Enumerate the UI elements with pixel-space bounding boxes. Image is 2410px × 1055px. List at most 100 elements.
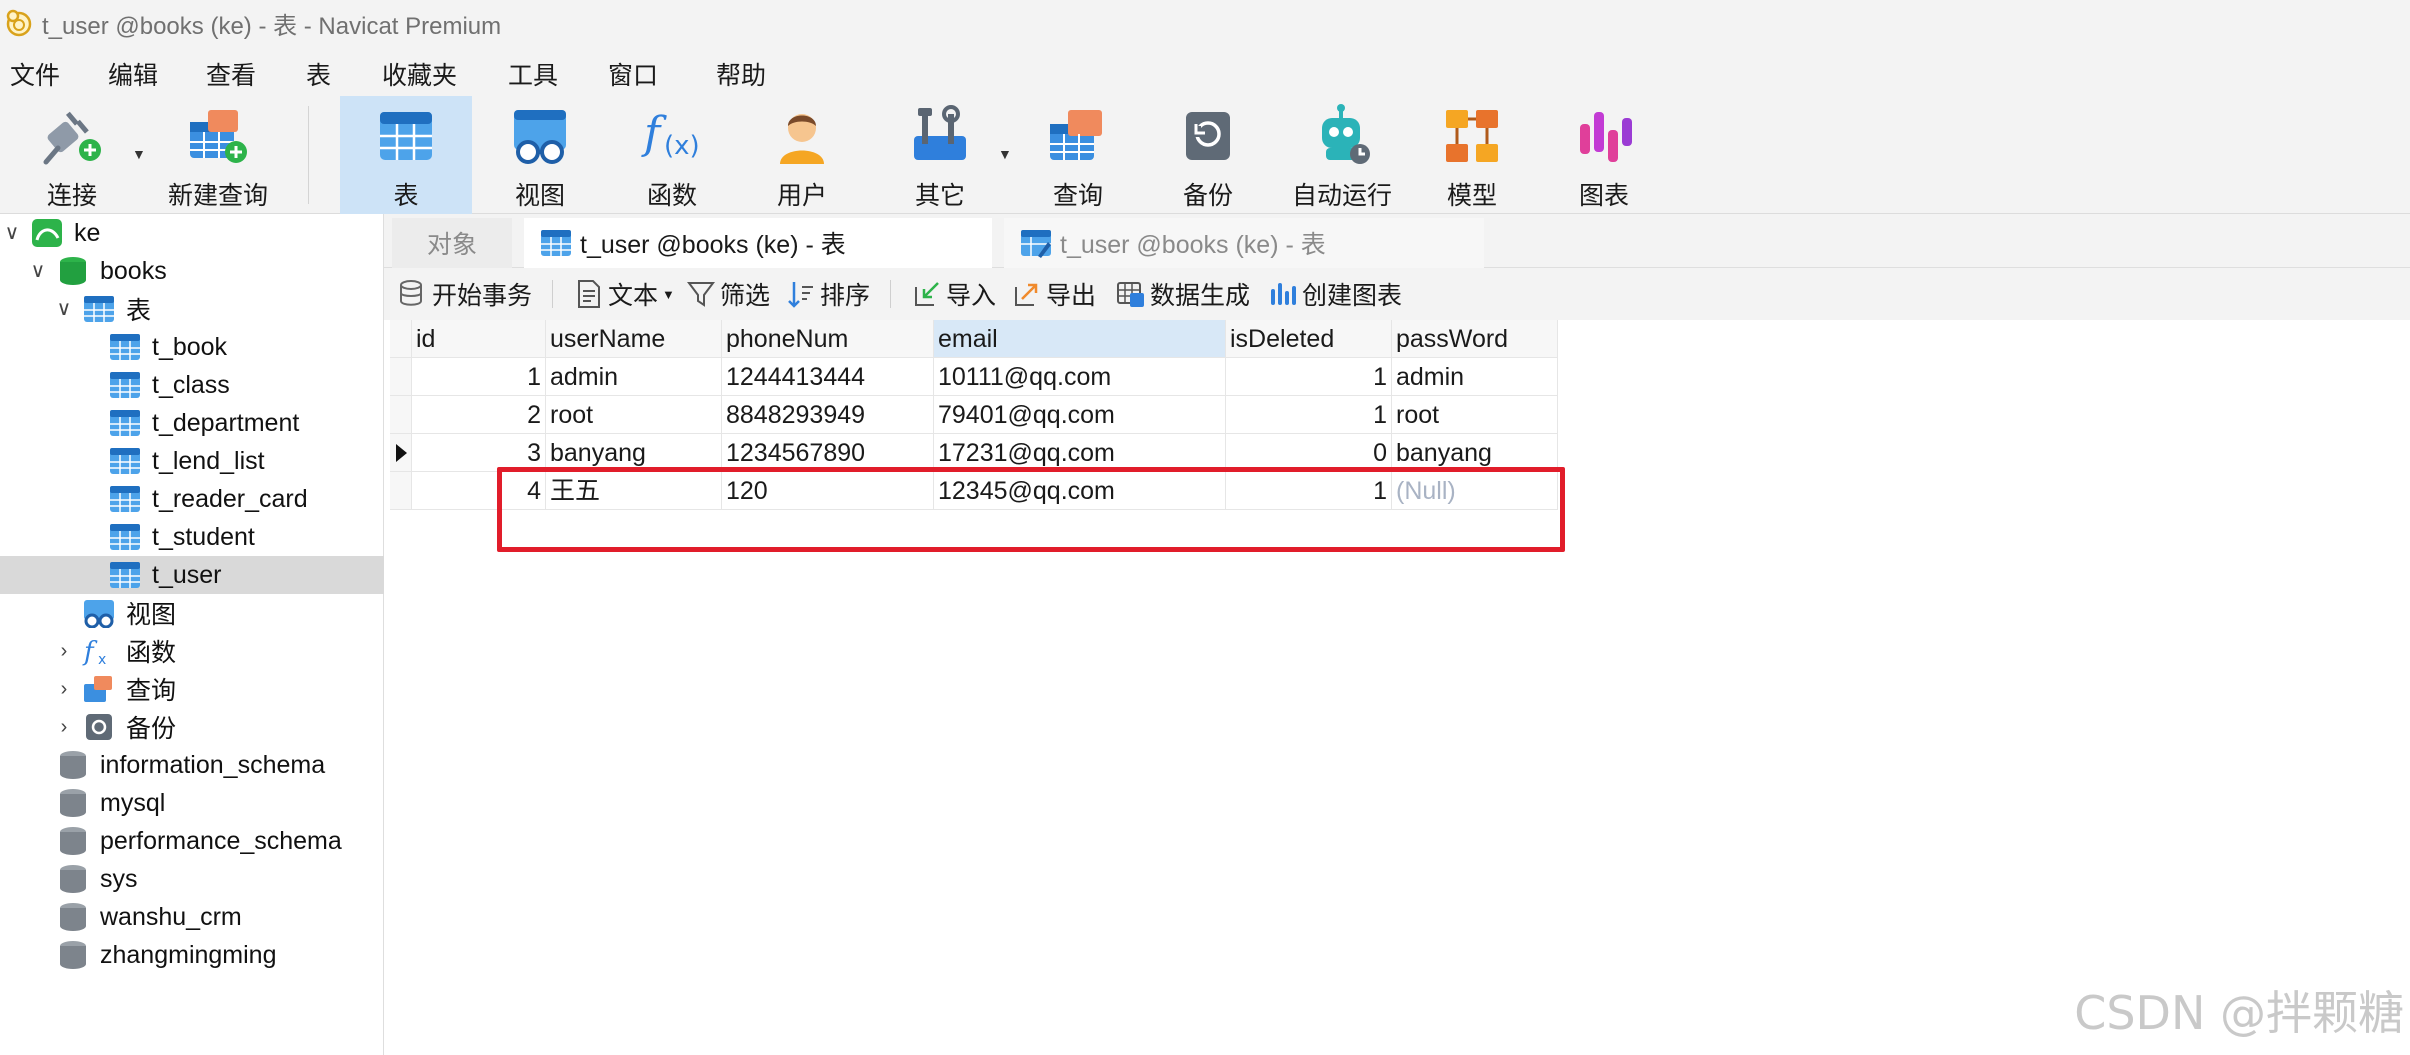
sort-button[interactable]: 排序 (786, 276, 870, 312)
menu-edit[interactable]: 编辑 (104, 54, 162, 94)
automation-button[interactable]: 自动运行 (1288, 96, 1396, 214)
model-label: 模型 (1446, 182, 1497, 210)
tree-database-label: performance_schema (100, 826, 342, 855)
row-marker-current[interactable] (390, 434, 412, 472)
tree-tables-group[interactable]: ∨ 表 (0, 290, 384, 328)
column-header-phonenum[interactable]: phoneNum (722, 320, 934, 358)
table-row[interactable]: 2 root 8848293949 79401@qq.com 1 root (390, 396, 1558, 434)
view-icon (84, 600, 114, 628)
tree-database-item[interactable]: wanshu_crm (0, 898, 384, 936)
menu-table[interactable]: 表 (302, 54, 335, 94)
menu-help[interactable]: 帮助 (712, 54, 770, 94)
backup-button[interactable]: 备份 (1162, 96, 1254, 214)
column-header-email[interactable]: email (934, 320, 1226, 358)
row-marker[interactable] (390, 358, 412, 396)
expand-chevron-icon[interactable]: ∨ (28, 261, 48, 281)
begin-transaction-button[interactable]: 开始事务 (398, 276, 532, 312)
tree-table-item[interactable]: t_student (0, 518, 384, 556)
filter-button[interactable]: 筛选 (686, 276, 770, 312)
tree-table-item[interactable]: t_book (0, 328, 384, 366)
expand-chevron-icon[interactable]: › (54, 641, 74, 661)
tree-backups-group[interactable]: › 备份 (0, 708, 384, 746)
action-separator (890, 280, 891, 308)
menu-file[interactable]: 文件 (6, 54, 64, 94)
tree-table-item[interactable]: t_department (0, 404, 384, 442)
row-marker[interactable] (390, 396, 412, 434)
import-label: 导入 (946, 282, 997, 310)
user-label: 用户 (776, 182, 827, 210)
create-chart-label: 创建图表 (1302, 282, 1403, 310)
other-button[interactable]: 其它 (894, 96, 986, 214)
expand-chevron-icon[interactable]: ∨ (2, 223, 22, 243)
tree-database-item[interactable]: information_schema (0, 746, 384, 784)
tree-functions-group[interactable]: › f x 函数 (0, 632, 384, 670)
connect-dropdown-icon[interactable]: ▼ (132, 146, 146, 162)
data-generation-button[interactable]: 数据生成 (1116, 276, 1250, 312)
cell-email[interactable]: 79401@qq.com (934, 396, 1226, 434)
cell-phonenum[interactable]: 8848293949 (722, 396, 934, 434)
tree-database-item[interactable]: mysql (0, 784, 384, 822)
user-button[interactable]: 用户 (756, 96, 848, 214)
function-button[interactable]: f (x) 函数 (626, 96, 718, 214)
cell-id[interactable]: 1 (412, 358, 546, 396)
column-header-password[interactable]: passWord (1392, 320, 1558, 358)
cell-username[interactable]: admin (546, 358, 722, 396)
tab-t-user-table[interactable]: t_user @books (ke) - 表 (524, 218, 992, 268)
database-icon (60, 789, 86, 817)
cell-isdeleted[interactable]: 1 (1226, 358, 1392, 396)
tree-views-group[interactable]: 视图 (0, 594, 384, 632)
import-button[interactable]: 导入 (912, 276, 996, 312)
cell-password[interactable]: admin (1392, 358, 1558, 396)
tree-connection-ke[interactable]: ∨ ke (0, 214, 384, 252)
table-row[interactable]: 1 admin 1244413444 10111@qq.com 1 admin (390, 358, 1558, 396)
tree-table-item-selected[interactable]: t_user (0, 556, 384, 594)
cell-phonenum[interactable]: 1244413444 (722, 358, 934, 396)
tree-table-item[interactable]: t_reader_card (0, 480, 384, 518)
tree-table-item[interactable]: t_lend_list (0, 442, 384, 480)
view-button[interactable]: 视图 (494, 96, 586, 214)
text-label: 文本 (608, 282, 659, 310)
tree-database-books[interactable]: ∨ books (0, 252, 384, 290)
chart-button[interactable]: 图表 (1558, 96, 1650, 214)
export-button[interactable]: 导出 (1012, 276, 1096, 312)
new-query-button[interactable]: 新建查询 (158, 96, 278, 214)
cell-id[interactable]: 2 (412, 396, 546, 434)
plug-icon (43, 111, 101, 165)
tab-objects[interactable]: 对象 (392, 218, 512, 268)
column-header-id[interactable]: id (412, 320, 546, 358)
table-icon (380, 112, 432, 160)
model-button[interactable]: 模型 (1426, 96, 1518, 214)
column-header-username[interactable]: userName (546, 320, 722, 358)
tools-icon (914, 105, 966, 160)
tree-database-item[interactable]: zhangmingming (0, 936, 384, 974)
menu-window[interactable]: 窗口 (604, 54, 662, 94)
tab-t-user-design[interactable]: t_user @books (ke) - 表 (1004, 218, 1484, 268)
tree-table-item[interactable]: t_class (0, 366, 384, 404)
connect-button[interactable]: 连接 (26, 96, 118, 214)
expand-chevron-icon[interactable]: › (54, 679, 74, 699)
menu-view[interactable]: 查看 (202, 54, 260, 94)
expand-chevron-icon[interactable]: ∨ (54, 299, 74, 319)
query-button[interactable]: 查询 (1032, 96, 1124, 214)
cell-username[interactable]: root (546, 396, 722, 434)
row-marker[interactable] (390, 472, 412, 510)
column-header-isdeleted[interactable]: isDeleted (1226, 320, 1392, 358)
text-button[interactable]: 文本 ▼ (574, 276, 675, 312)
tree-database-item[interactable]: sys (0, 860, 384, 898)
text-dropdown-icon[interactable]: ▼ (662, 287, 675, 302)
chart-icon (1580, 112, 1632, 162)
table-action-bar: 开始事务 文本 ▼ 筛选 排序 导入 导出 数据生成 创建图表 (384, 268, 2410, 320)
cell-email[interactable]: 10111@qq.com (934, 358, 1226, 396)
menu-favorites[interactable]: 收藏夹 (378, 54, 461, 94)
create-chart-button[interactable]: 创建图表 (1268, 276, 1402, 312)
tree-database-item[interactable]: performance_schema (0, 822, 384, 860)
table-button[interactable]: 表 (340, 96, 472, 214)
cell-isdeleted[interactable]: 1 (1226, 396, 1392, 434)
other-dropdown-icon[interactable]: ▼ (998, 146, 1012, 162)
database-icon (60, 865, 86, 893)
tree-queries-group[interactable]: › 查询 (0, 670, 384, 708)
cell-password[interactable]: root (1392, 396, 1558, 434)
data-generation-label: 数据生成 (1150, 282, 1251, 310)
expand-chevron-icon[interactable]: › (54, 717, 74, 737)
menu-tools[interactable]: 工具 (504, 54, 562, 94)
